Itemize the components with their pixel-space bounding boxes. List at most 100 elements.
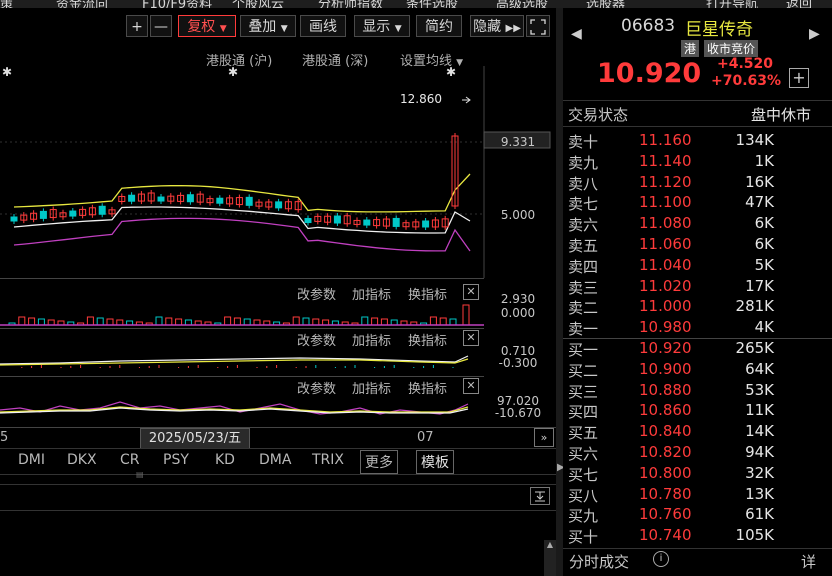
ask-row[interactable]: 卖六 11.080 6K xyxy=(563,213,832,234)
bid-row[interactable]: 买七 10.800 32K xyxy=(563,463,832,484)
ask-row[interactable]: 卖二 11.000 281K xyxy=(563,296,832,317)
add-watchlist-icon[interactable]: + xyxy=(789,68,809,88)
ask-price: 11.040 xyxy=(639,255,692,274)
volume-chart[interactable] xyxy=(0,304,484,326)
ask-volume: 6K xyxy=(754,214,774,233)
ask-row[interactable]: 卖八 11.120 16K xyxy=(563,172,832,193)
menu-item[interactable]: 返回 xyxy=(786,0,812,8)
ask-level-label: 卖五 xyxy=(568,237,599,255)
bid-row[interactable]: 买二 10.900 64K xyxy=(563,359,832,380)
ask-row[interactable]: 卖三 11.020 17K xyxy=(563,276,832,297)
prev-stock-icon[interactable]: ◀ xyxy=(571,26,582,42)
volume-bar xyxy=(380,318,388,326)
menu-item[interactable]: 条件选股 xyxy=(406,0,458,8)
panel-splitter[interactable] xyxy=(556,8,563,576)
bid-level-label: 买九 xyxy=(568,507,599,526)
macd-chart[interactable] xyxy=(0,348,484,376)
event-star-icon: ✱ xyxy=(2,66,12,79)
menu-item[interactable]: 策 xyxy=(0,0,13,8)
switch-indicator-button[interactable]: 换指标 xyxy=(408,378,447,397)
kdj-chart[interactable] xyxy=(0,396,484,426)
tab-psy[interactable]: PSY xyxy=(163,452,189,468)
detail-button[interactable]: 详 xyxy=(801,551,816,572)
bid-row[interactable]: 买八 10.780 13K xyxy=(563,484,832,505)
add-indicator-button[interactable]: 加指标 xyxy=(352,330,391,349)
switch-indicator-button[interactable]: 换指标 xyxy=(408,330,447,349)
bid-row[interactable]: 买六 10.820 94K xyxy=(563,442,832,463)
macd-dif-line xyxy=(0,355,469,365)
dropdown-arrow-icon: ▼ xyxy=(394,24,402,34)
bid-row[interactable]: 买三 10.880 53K xyxy=(563,380,832,401)
ask-volume: 5K xyxy=(754,255,774,274)
download-icon[interactable] xyxy=(530,487,550,505)
menu-item[interactable]: 分析师指数 xyxy=(318,0,383,8)
ask-row[interactable]: 卖一 10.980 4K xyxy=(563,317,832,338)
ask-price: 10.980 xyxy=(639,318,692,337)
menu-item[interactable]: 个股风云 xyxy=(232,0,284,8)
ask-row[interactable]: 卖四 11.040 5K xyxy=(563,255,832,276)
panel-divider xyxy=(0,278,484,279)
close-panel-icon[interactable]: ✕ xyxy=(463,330,479,346)
kline-main-chart[interactable]: ✱ ✱ ✱ xyxy=(0,66,556,278)
bid-row[interactable]: 买一 10.920 265K xyxy=(563,338,832,359)
change-params-button[interactable]: 改参数 xyxy=(297,284,336,303)
add-indicator-button[interactable]: 加指标 xyxy=(352,284,391,303)
close-panel-icon[interactable]: ✕ xyxy=(463,284,479,300)
ask-volume: 134K xyxy=(735,131,774,149)
resize-grip-icon[interactable]: ▤ xyxy=(136,470,145,479)
draw-line-button[interactable]: 画线 xyxy=(300,15,346,37)
more-indicators-button[interactable]: 更多 xyxy=(360,450,398,474)
bid-row[interactable]: 买十 10.740 105K xyxy=(563,525,832,546)
volume-bar xyxy=(233,317,241,326)
next-stock-icon[interactable]: ▶ xyxy=(809,26,820,42)
add-indicator-button[interactable]: 加指标 xyxy=(352,378,391,397)
ask-row[interactable]: 卖十 11.160 134K xyxy=(563,130,832,151)
bid-row[interactable]: 买五 10.840 14K xyxy=(563,421,832,442)
volume-bar xyxy=(243,318,251,326)
bid-row[interactable]: 买九 10.760 61K xyxy=(563,504,832,525)
ask-row[interactable]: 卖五 11.060 6K xyxy=(563,234,832,255)
zoom-in-button[interactable]: + xyxy=(126,15,148,37)
ask-volume: 17K xyxy=(745,276,774,295)
bid-level-label: 买八 xyxy=(568,486,599,505)
bid-row[interactable]: 买四 10.860 11K xyxy=(563,400,832,421)
volume-axis-label: 0.000 xyxy=(500,306,536,320)
tab-trix[interactable]: TRIX xyxy=(312,452,344,468)
tab-dma[interactable]: DMA xyxy=(259,452,291,468)
menu-item[interactable]: 选股器 xyxy=(586,0,625,8)
template-button[interactable]: 模板 xyxy=(416,450,454,474)
expand-icon[interactable] xyxy=(526,15,550,37)
candle-body xyxy=(157,196,165,202)
ask-price: 11.100 xyxy=(639,193,692,212)
ask-row[interactable]: 卖七 11.100 47K xyxy=(563,192,832,213)
ask-volume: 6K xyxy=(754,235,774,253)
scroll-up-icon[interactable]: ▲ xyxy=(544,540,556,549)
overlay-dropdown[interactable]: 叠加 ▼ xyxy=(240,15,296,37)
ask-price: 11.140 xyxy=(639,151,692,170)
tab-dmi[interactable]: DMI xyxy=(18,452,45,468)
zoom-out-button[interactable]: — xyxy=(150,15,172,37)
simple-mode-button[interactable]: 简约 xyxy=(416,15,462,37)
menu-item[interactable]: 高级选股 xyxy=(496,0,548,8)
scroll-right-icon[interactable]: » xyxy=(534,428,554,447)
ask-row[interactable]: 卖九 11.140 1K xyxy=(563,151,832,172)
fuquan-dropdown[interactable]: 复权 ▼ xyxy=(178,15,236,37)
volume-bar xyxy=(371,317,379,326)
change-params-button[interactable]: 改参数 xyxy=(297,378,336,397)
ask-level-label: 卖六 xyxy=(568,216,599,235)
bid-price: 10.840 xyxy=(639,422,692,441)
tab-kd[interactable]: KD xyxy=(215,452,235,468)
info-icon[interactable]: i xyxy=(653,551,669,567)
menu-item[interactable]: 资金流向 xyxy=(56,0,108,8)
volume-bar xyxy=(429,316,437,326)
close-panel-icon[interactable]: ✕ xyxy=(463,378,479,394)
time-sales-label[interactable]: 分时成交 xyxy=(569,551,629,572)
tab-dkx[interactable]: DKX xyxy=(67,452,97,468)
tab-cr[interactable]: CR xyxy=(120,452,140,468)
display-dropdown[interactable]: 显示 ▼ xyxy=(354,15,410,37)
menu-item[interactable]: F10/F9资料 xyxy=(142,0,212,8)
change-params-button[interactable]: 改参数 xyxy=(297,330,336,349)
menu-item[interactable]: 打开导航 xyxy=(706,0,758,8)
switch-indicator-button[interactable]: 换指标 xyxy=(408,284,447,303)
hide-button[interactable]: 隐藏 ▶▶ xyxy=(470,15,524,37)
